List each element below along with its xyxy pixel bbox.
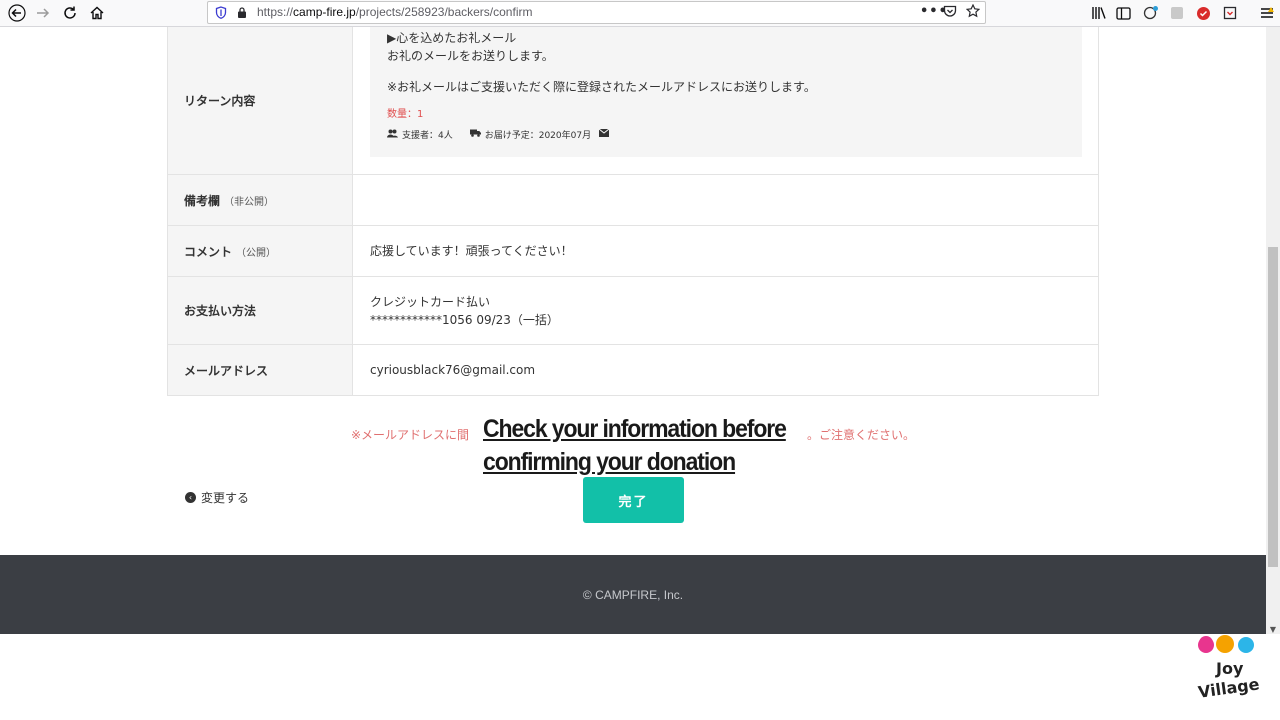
complete-button[interactable]: 完了 — [583, 477, 684, 523]
reward-note: ※お礼メールはご支援いただく際に登録されたメールアドレスにお送りします。 — [387, 80, 816, 94]
remarks-label: 備考欄 （非公開） — [168, 175, 353, 225]
payment-label: お支払い方法 — [168, 277, 353, 344]
library-icon[interactable] — [1086, 0, 1112, 26]
bookmark-star-icon[interactable] — [965, 3, 981, 22]
url-text[interactable]: https://camp-fire.jp/projects/258923/bac… — [257, 5, 532, 19]
extension-gray-icon[interactable] — [1164, 0, 1190, 26]
table-row: 備考欄 （非公開） — [168, 174, 1098, 225]
sidebar-icon[interactable] — [1110, 0, 1136, 26]
overlay-caption: Check your information before confirming… — [483, 413, 787, 479]
email-label: メールアドレス — [168, 345, 353, 395]
table-row: お支払い方法 クレジットカード払い ************1056 09/23… — [168, 276, 1098, 344]
payment-card: ************1056 09/23（一括） — [370, 312, 559, 327]
table-row: リターン内容 ▶心を込めたお礼メール お礼のメールをお送りします。 ※お礼メール… — [168, 27, 1098, 174]
email-value: cyriousblack76@gmail.com — [370, 363, 536, 377]
table-row: メールアドレス cyriousblack76@gmail.com — [168, 344, 1098, 395]
remarks-value — [353, 175, 1098, 225]
confirmation-table: リターン内容 ▶心を込めたお礼メール お礼のメールをお送りします。 ※お礼メール… — [167, 27, 1099, 396]
pocket-icon[interactable] — [943, 4, 957, 22]
svg-text:Village: Village — [1197, 674, 1260, 701]
reward-meta: 支援者：4人 お届け予定：2020年07月 — [387, 128, 613, 141]
table-row: コメント （公開） 応援しています！頑張ってください！ — [168, 225, 1098, 276]
envelope-icon — [598, 128, 610, 140]
menu-icon[interactable] — [1254, 0, 1280, 26]
copyright: © CAMPFIRE, Inc. — [582, 587, 684, 602]
comment-value: 応援しています！頑張ってください！ — [370, 244, 573, 258]
reward-backers: 支援者：4人 — [402, 131, 453, 141]
tracking-shield-icon[interactable] — [215, 6, 227, 19]
reward-label: リターン内容 — [168, 27, 353, 174]
reward-title: ▶心を込めたお礼メール — [387, 31, 517, 45]
payment-method: クレジットカード払い — [370, 294, 491, 309]
scrollbar[interactable]: ▼ — [1266, 27, 1280, 634]
users-icon — [387, 129, 398, 141]
browser-toolbar: https://camp-fire.jp/projects/258923/bac… — [0, 0, 1280, 27]
extension-translate-icon[interactable] — [1138, 0, 1164, 26]
caption-line-2: confirming your donation — [483, 448, 736, 476]
reward-box: ▶心を込めたお礼メール お礼のメールをお送りします。 ※お礼メールはご支援いただ… — [370, 27, 1082, 157]
payment-value: クレジットカード払い ************1056 09/23（一括） — [353, 277, 1098, 344]
truck-icon — [469, 129, 481, 140]
caption-line-1: Check your information before — [483, 415, 787, 443]
joy-village-logo: Joy Village — [1197, 635, 1260, 702]
url-bar[interactable]: https://camp-fire.jp/projects/258923/bac… — [207, 1, 986, 24]
extension-pocket-icon[interactable] — [1217, 0, 1243, 26]
scroll-down-icon[interactable]: ▼ — [1268, 624, 1278, 634]
forward-icon[interactable] — [30, 0, 56, 26]
back-icon[interactable] — [4, 0, 30, 26]
home-icon[interactable] — [84, 0, 110, 26]
comment-label: コメント （公開） — [168, 226, 353, 276]
page-content: リターン内容 ▶心を込めたお礼メール お礼のメールをお送りします。 ※お礼メール… — [0, 27, 1266, 634]
lock-icon[interactable] — [237, 6, 247, 19]
scrollbar-thumb[interactable] — [1268, 247, 1278, 567]
reward-delivery: お届け予定：2020年07月 — [484, 131, 592, 141]
svg-text:Joy: Joy — [1215, 659, 1244, 678]
reward-description: お礼のメールをお送りします。 — [387, 49, 554, 63]
reward-quantity: 数量：1 — [387, 109, 424, 120]
chevron-left-icon: ‹ — [185, 492, 196, 503]
reload-icon[interactable] — [57, 0, 83, 26]
footer: © CAMPFIRE, Inc. — [0, 555, 1266, 634]
change-link-label: 変更する — [201, 491, 250, 505]
extension-red-icon[interactable] — [1190, 0, 1216, 26]
change-link[interactable]: ‹ 変更する — [185, 489, 249, 506]
